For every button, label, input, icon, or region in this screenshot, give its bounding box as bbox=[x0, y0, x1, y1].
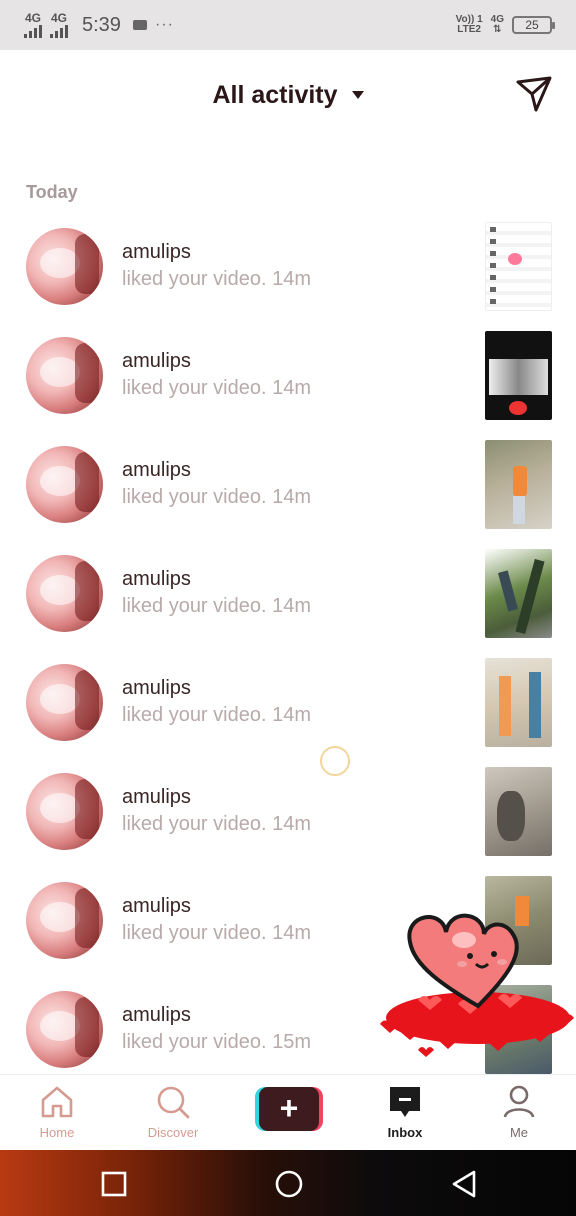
avatar[interactable] bbox=[26, 664, 103, 741]
plus-icon: + bbox=[259, 1087, 319, 1131]
section-label-today: Today bbox=[26, 182, 78, 202]
nav-home[interactable]: Home bbox=[12, 1083, 102, 1140]
bottom-nav: Home Discover + Inbox Me bbox=[0, 1074, 576, 1150]
search-icon bbox=[157, 1086, 190, 1119]
signal-icon-2: 4G bbox=[50, 12, 68, 38]
status-bar: 4G 4G 5:39 ··· Vo)) 1 LTE2 4G ⇅ 25 bbox=[0, 0, 576, 50]
heart-sticker-icon bbox=[380, 913, 574, 1057]
signal-icon-1: 4G bbox=[24, 12, 42, 38]
nav-inbox[interactable]: Inbox bbox=[360, 1083, 450, 1140]
activity-text: liked your video. 14m bbox=[122, 595, 311, 617]
video-thumbnail[interactable] bbox=[485, 549, 552, 638]
data-arrows-icon: ⇅ bbox=[493, 24, 502, 35]
volte-bottom: LTE2 bbox=[457, 24, 481, 35]
activity-row[interactable]: amulips liked your video. 14m bbox=[0, 545, 576, 654]
battery-level: 25 bbox=[525, 18, 539, 32]
activity-text: liked your video. 14m bbox=[122, 377, 311, 399]
video-thumbnail[interactable] bbox=[485, 331, 552, 420]
status-left: 4G 4G 5:39 ··· bbox=[24, 12, 174, 38]
activity-text: liked your video. 14m bbox=[122, 704, 311, 726]
video-thumbnail[interactable] bbox=[485, 658, 552, 747]
activity-row[interactable]: amulips liked your video. 14m bbox=[0, 327, 576, 436]
activity-text: liked your video. 14m bbox=[122, 268, 311, 290]
network-indicator: 4G ⇅ bbox=[491, 15, 504, 35]
activity-row[interactable]: amulips liked your video. 14m bbox=[0, 763, 576, 872]
username[interactable]: amulips bbox=[122, 568, 191, 591]
home-circle-icon[interactable] bbox=[271, 1166, 307, 1202]
username[interactable]: amulips bbox=[122, 241, 191, 264]
activity-row[interactable]: amulips liked your video. 14m bbox=[0, 436, 576, 545]
username[interactable]: amulips bbox=[122, 1004, 191, 1027]
username[interactable]: amulips bbox=[122, 350, 191, 373]
activity-text: liked your video. 14m bbox=[122, 486, 311, 508]
back-icon[interactable] bbox=[446, 1166, 482, 1202]
activity-text: liked your video. 14m bbox=[122, 813, 311, 835]
username[interactable]: amulips bbox=[122, 786, 191, 809]
username[interactable]: amulips bbox=[122, 677, 191, 700]
avatar[interactable] bbox=[26, 991, 103, 1068]
video-thumbnail[interactable] bbox=[485, 440, 552, 529]
avatar[interactable] bbox=[26, 882, 103, 959]
caret-down-icon bbox=[351, 91, 364, 99]
avatar[interactable] bbox=[26, 555, 103, 632]
nav-me[interactable]: Me bbox=[474, 1083, 564, 1140]
activity-row[interactable]: amulips liked your video. 14m bbox=[0, 218, 576, 327]
status-time: 5:39 bbox=[82, 13, 121, 36]
username[interactable]: amulips bbox=[122, 459, 191, 482]
recent-apps-icon[interactable] bbox=[96, 1166, 132, 1202]
activity-filter-dropdown[interactable]: All activity bbox=[212, 80, 364, 110]
status-right: Vo)) 1 LTE2 4G ⇅ 25 bbox=[456, 15, 555, 35]
page-title: All activity bbox=[212, 80, 338, 109]
create-button[interactable]: + bbox=[255, 1087, 323, 1131]
nav-me-label: Me bbox=[509, 1125, 529, 1140]
activity-text: liked your video. 15m bbox=[122, 1031, 311, 1053]
video-thumbnail[interactable] bbox=[485, 222, 552, 311]
activity-row[interactable]: amulips liked your video. 14m bbox=[0, 654, 576, 763]
touch-indicator bbox=[320, 746, 350, 776]
battery-icon: 25 bbox=[512, 16, 555, 34]
send-icon[interactable] bbox=[514, 74, 554, 114]
profile-icon bbox=[503, 1085, 535, 1118]
activity-text: liked your video. 14m bbox=[122, 922, 311, 944]
avatar[interactable] bbox=[26, 446, 103, 523]
avatar[interactable] bbox=[26, 337, 103, 414]
avatar[interactable] bbox=[26, 773, 103, 850]
nav-discover-label: Discover bbox=[147, 1125, 199, 1140]
nav-home-label: Home bbox=[39, 1125, 75, 1140]
inbox-icon bbox=[390, 1087, 420, 1117]
video-thumbnail[interactable] bbox=[485, 767, 552, 856]
home-icon bbox=[41, 1086, 73, 1118]
volte-indicator: Vo)) 1 LTE2 bbox=[456, 15, 483, 35]
nav-inbox-label: Inbox bbox=[387, 1125, 423, 1140]
avatar[interactable] bbox=[26, 228, 103, 305]
more-notifications-icon: ··· bbox=[154, 16, 174, 33]
signal-2-label: 4G bbox=[50, 11, 67, 25]
header: All activity bbox=[0, 50, 576, 140]
camera-icon bbox=[132, 20, 147, 30]
system-nav-bar bbox=[0, 1150, 576, 1216]
username[interactable]: amulips bbox=[122, 895, 191, 918]
nav-discover[interactable]: Discover bbox=[128, 1083, 218, 1140]
signal-1-label: 4G bbox=[24, 11, 41, 25]
